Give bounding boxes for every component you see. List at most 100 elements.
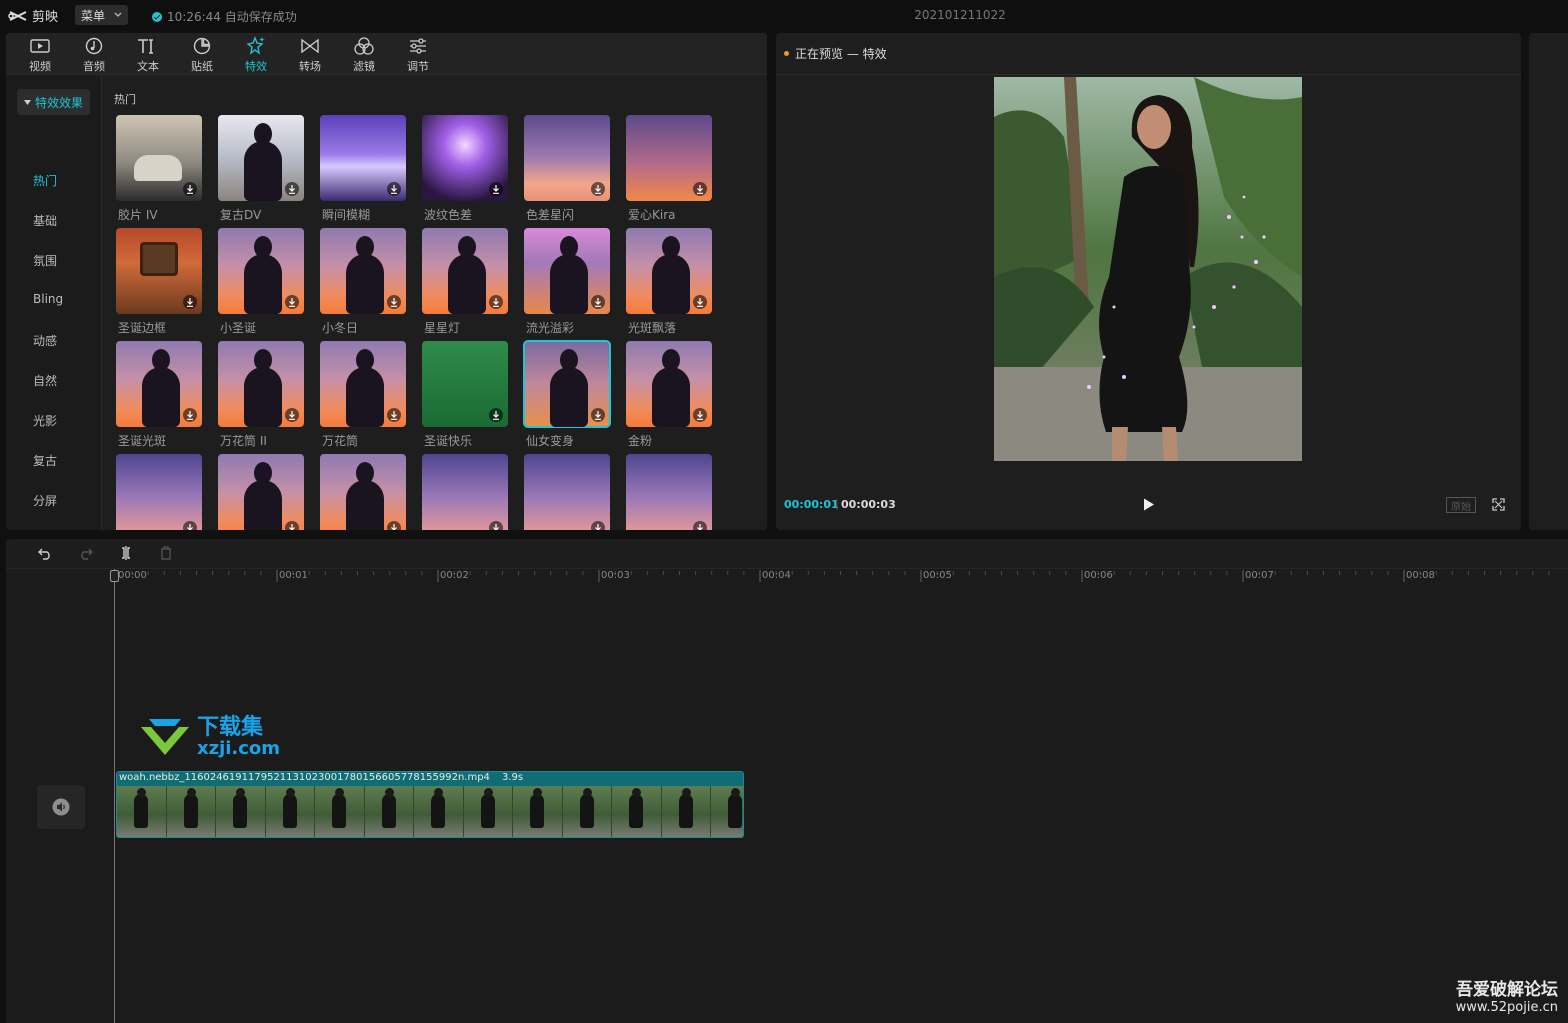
play-button[interactable] [1143,498,1155,514]
tab-filter[interactable]: 滤镜 [344,36,384,74]
track-audio-toggle[interactable] [37,785,85,829]
tab-video[interactable]: 视频 [20,36,60,74]
adjust-icon [410,38,426,54]
menu-label: 菜单 [81,8,106,23]
video-clip[interactable]: woah.nebbz_11602461911795211310230017801… [116,771,744,838]
download-icon[interactable] [285,521,299,530]
category-hot[interactable]: 热门 [6,172,102,189]
download-icon[interactable] [489,182,503,196]
effect-thumb[interactable] [524,454,610,530]
playhead[interactable] [114,569,115,1023]
effect-thumb[interactable] [320,341,406,427]
tab-effects[interactable]: 特效 [236,36,276,74]
car-shape [134,155,182,181]
effect-thumb[interactable] [422,454,508,530]
download-icon[interactable] [183,182,197,196]
download-icon[interactable] [183,408,197,422]
tab-text[interactable]: 文本 [128,36,168,74]
playhead-handle[interactable] [110,570,119,582]
download-icon[interactable] [591,182,605,196]
effect-thumb[interactable] [422,341,508,427]
effect-thumb[interactable] [320,115,406,201]
category-basic[interactable]: 基础 [6,212,102,229]
download-icon[interactable] [387,295,401,309]
category-bling[interactable]: Bling [6,292,102,306]
effect-thumb[interactable] [422,115,508,201]
delete-button[interactable] [160,546,172,563]
category-atmosphere[interactable]: 氛围 [6,252,102,269]
download-icon[interactable] [387,408,401,422]
silhouette [244,123,282,201]
effect-label: 金粉 [628,434,653,448]
clip-frame [315,786,365,837]
effect-thumb[interactable] [218,115,304,201]
download-icon[interactable] [387,521,401,530]
category-split-screen[interactable]: 分屏 [6,492,102,509]
category-retro[interactable]: 复古 [6,452,102,469]
clip-frame [166,786,216,837]
effect-thumb[interactable] [626,341,712,427]
status-dot [784,51,789,56]
clip-thumbnails [117,786,743,837]
tab-adjust[interactable]: 调节 [398,36,438,74]
category-nature[interactable]: 自然 [6,372,102,389]
menu-button[interactable]: 菜单 [75,5,128,25]
download-icon[interactable] [489,295,503,309]
effect-thumb[interactable] [524,228,610,314]
effect-thumb[interactable] [116,341,202,427]
tab-effects-label: 特效 [245,60,267,73]
download-icon[interactable] [693,521,707,530]
autosave-status: 10:26:44 自动保存成功 [152,8,297,25]
download-icon[interactable] [285,295,299,309]
split-button[interactable] [120,546,132,563]
effect-label: 瞬间模糊 [322,208,371,222]
timeline-ruler[interactable]: 00:00 00:01 00:02 00:03 00:04 00:05 00:06 00:07… [6,569,1568,583]
effect-thumb[interactable] [116,115,202,201]
download-icon[interactable] [489,408,503,422]
video-preview[interactable] [994,77,1302,461]
redo-button[interactable] [79,546,93,563]
effect-thumb[interactable] [523,340,611,428]
effect-thumb[interactable] [320,454,406,530]
effect-thumb[interactable] [524,115,610,201]
download-icon[interactable] [183,521,197,530]
effect-category-header[interactable]: 特效效果 [17,89,90,115]
effect-label: 流光溢彩 [526,321,575,335]
download-icon[interactable] [183,295,197,309]
download-icon[interactable] [591,295,605,309]
category-dynamic[interactable]: 动感 [6,332,102,349]
ruler-tick-label: 00:05 [923,570,952,581]
download-icon[interactable] [693,408,707,422]
trash-icon [161,546,171,560]
tab-sticker[interactable]: 贴纸 [182,36,222,74]
download-icon[interactable] [489,521,503,530]
audio-icon [85,37,103,55]
download-icon[interactable] [591,521,605,530]
download-icon[interactable] [693,295,707,309]
effect-thumb[interactable] [218,454,304,530]
ruler-tick-label: 00:00 [118,570,147,581]
effect-thumb[interactable] [218,228,304,314]
effect-thumb[interactable] [626,115,712,201]
download-icon[interactable] [693,182,707,196]
download-icon[interactable] [591,408,605,422]
fullscreen-button[interactable] [1492,498,1505,514]
tab-transition[interactable]: 转场 [290,36,330,74]
effect-label: 胶片 IV [118,208,158,222]
download-icon[interactable] [387,182,401,196]
download-icon[interactable] [285,408,299,422]
effect-thumb[interactable] [626,228,712,314]
tab-audio[interactable]: 音频 [74,36,114,74]
original-ratio-button[interactable]: 原始 [1446,497,1476,513]
effect-thumb[interactable] [218,341,304,427]
category-light-shadow[interactable]: 光影 [6,412,102,429]
sticker-icon [193,37,211,55]
download-icon[interactable] [285,182,299,196]
undo-button[interactable] [38,546,52,563]
effect-thumb[interactable] [116,454,202,530]
effect-thumb[interactable] [116,228,202,314]
effect-thumb[interactable] [626,454,712,530]
effect-thumb[interactable] [320,228,406,314]
effect-thumb[interactable] [422,228,508,314]
clip-frame [265,786,315,837]
